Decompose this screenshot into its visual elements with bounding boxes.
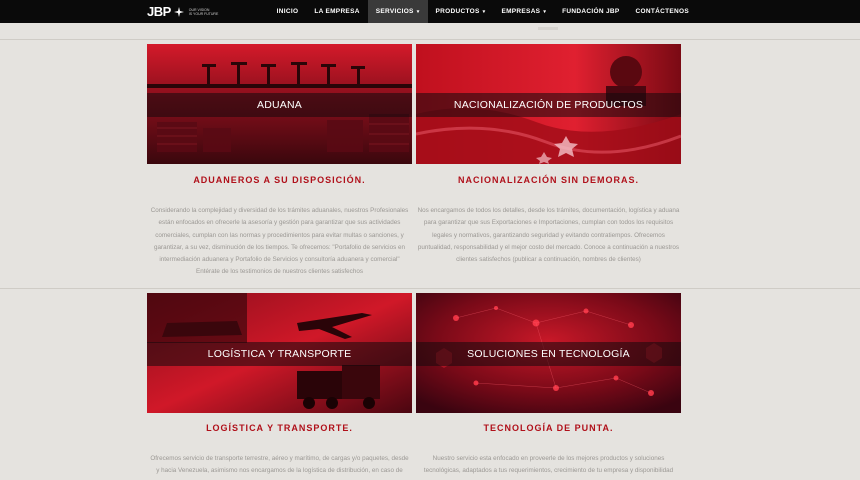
chevron-down-icon: ▾ bbox=[543, 8, 547, 15]
card-title: NACIONALIZACIÓN DE PRODUCTOS bbox=[453, 99, 644, 111]
description-line: comerciales, cumplan con las normas y pr… bbox=[155, 231, 404, 239]
description-line: Nos encargamos de todos los detalles, de… bbox=[417, 207, 680, 214]
compass-star-icon bbox=[173, 6, 184, 17]
service-description-nacionalizacion: Nos encargamos de todos los detalles, de… bbox=[416, 205, 681, 266]
faint-remnant bbox=[538, 27, 558, 30]
nav-empresas-label: EMPRESAS bbox=[501, 8, 541, 15]
chevron-down-icon: ▾ bbox=[416, 8, 420, 15]
card-title: LOGÍSTICA Y TRANSPORTE bbox=[207, 348, 352, 360]
logo-tagline-line2: IS YOUR FUTURE bbox=[188, 11, 219, 16]
nav-fundacion[interactable]: FUNDACIÓN JBP bbox=[554, 0, 627, 23]
top-navbar: JBP OUR VISION IS YOUR FUTURE INICIO LA … bbox=[0, 0, 860, 23]
logo-text: JBP bbox=[147, 4, 171, 19]
card-title-band: NACIONALIZACIÓN DE PRODUCTOS bbox=[416, 93, 681, 117]
section-divider bbox=[0, 39, 860, 40]
nav-inicio[interactable]: INICIO bbox=[269, 0, 307, 23]
card-title-band: ADUANA bbox=[147, 93, 412, 117]
description-line: intermediación aduanera y Portafolio de … bbox=[159, 256, 400, 264]
description-line: legales y normativos, garantizando segur… bbox=[432, 231, 665, 239]
service-description-tecnologia: Nuestro servicio esta enfocado en provee… bbox=[416, 453, 681, 478]
description-line: están enfocados en ofrecerle la asesoría… bbox=[158, 219, 401, 227]
nav-fundacion-label: FUNDACIÓN JBP bbox=[562, 8, 620, 15]
service-card-nacionalizacion[interactable]: NACIONALIZACIÓN DE PRODUCTOS bbox=[416, 44, 681, 164]
description-line: Nuestro servicio esta enfocado en provee… bbox=[432, 455, 665, 462]
logo-tagline: OUR VISION IS YOUR FUTURE bbox=[189, 8, 219, 16]
service-description-aduana: Considerando la complejidad y diversidad… bbox=[147, 205, 412, 279]
nav-la-empresa[interactable]: LA EMPRESA bbox=[306, 0, 367, 23]
chevron-down-icon: ▾ bbox=[482, 8, 486, 15]
description-line: y hacia Venezuela, asimismo nos encargam… bbox=[156, 467, 403, 475]
service-heading-nacionalizacion: NACIONALIZACIÓN SIN DEMORAS. bbox=[458, 175, 639, 185]
service-heading-tecnologia: TECNOLOGÍA DE PUNTA. bbox=[483, 423, 614, 433]
nav-la-empresa-label: LA EMPRESA bbox=[314, 8, 360, 15]
main-nav: INICIO LA EMPRESA SERVICIOS ▾ PRODUCTOS ▾ … bbox=[269, 0, 697, 23]
service-card-logistica[interactable]: LOGÍSTICA Y TRANSPORTE bbox=[147, 293, 412, 413]
nav-productos-label: PRODUCTOS bbox=[435, 8, 480, 15]
card-title-band: LOGÍSTICA Y TRANSPORTE bbox=[147, 342, 412, 366]
service-heading-aduana: ADUANEROS A SU DISPOSICIÓN. bbox=[193, 175, 366, 185]
description-line: clientes satisfechos (publicar a continu… bbox=[456, 256, 641, 264]
card-title: SOLUCIONES EN TECNOLOGÍA bbox=[467, 348, 630, 360]
nav-servicios-label: SERVICIOS bbox=[375, 8, 414, 15]
nav-contactenos-label: CONTÁCTENOS bbox=[635, 8, 689, 15]
section-divider bbox=[0, 288, 860, 289]
nav-servicios[interactable]: SERVICIOS ▾ bbox=[367, 0, 428, 23]
description-line: tecnológicas, adaptados a tus requerimie… bbox=[423, 467, 674, 475]
description-line: Ofrecemos servicio de transporte terrest… bbox=[150, 455, 409, 462]
nav-empresas[interactable]: EMPRESAS ▾ bbox=[493, 0, 554, 23]
service-card-aduana[interactable]: ADUANA bbox=[147, 44, 412, 164]
nav-inicio-label: INICIO bbox=[276, 8, 299, 15]
brand-logo[interactable]: JBP OUR VISION IS YOUR FUTURE bbox=[147, 3, 218, 20]
description-line: garantizar, a su vez, disminución de los… bbox=[154, 243, 405, 251]
card-title-band: SOLUCIONES EN TECNOLOGÍA bbox=[416, 342, 681, 366]
nav-productos[interactable]: PRODUCTOS ▾ bbox=[428, 0, 494, 23]
description-line: Entérate de los testimonios de nuestros … bbox=[196, 268, 363, 276]
card-title: ADUANA bbox=[257, 99, 302, 111]
description-line: puntualidad, responsabilidad y el mejor … bbox=[417, 243, 680, 251]
nav-contactenos[interactable]: CONTÁCTENOS bbox=[628, 0, 698, 23]
service-heading-logistica: LOGÍSTICA Y TRANSPORTE. bbox=[206, 423, 353, 433]
service-card-tecnologia[interactable]: SOLUCIONES EN TECNOLOGÍA bbox=[416, 293, 681, 413]
description-line: para garantizar que sus Exportaciones e … bbox=[423, 219, 674, 227]
service-description-logistica: Ofrecemos servicio de transporte terrest… bbox=[147, 453, 412, 478]
description-line: Considerando la complejidad y diversidad… bbox=[150, 207, 409, 214]
